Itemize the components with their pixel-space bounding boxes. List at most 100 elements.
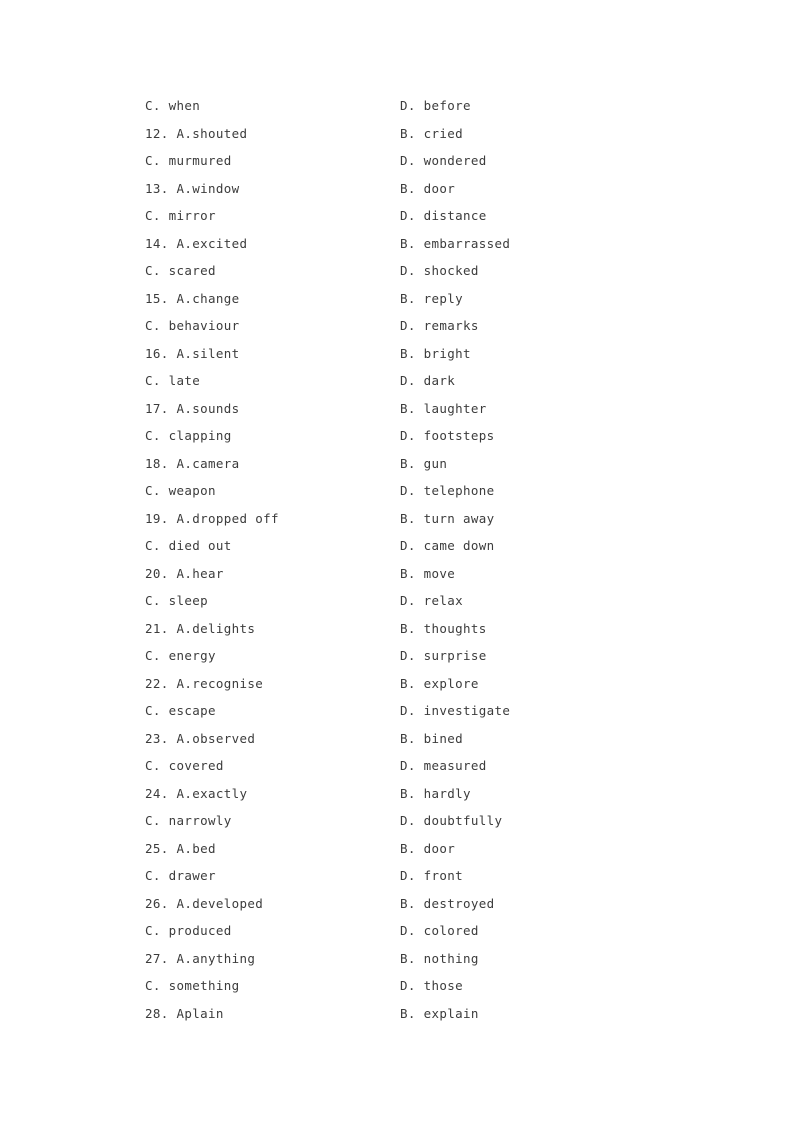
option-left: C. energy — [145, 648, 216, 663]
option-row: C. mirror D. distance — [0, 202, 800, 230]
option-row: C. late D. dark — [0, 367, 800, 395]
option-right: D. dark — [400, 373, 456, 388]
option-row: 24. A.exactly B. hardly — [0, 780, 800, 808]
option-left: 15. A.change — [145, 290, 240, 306]
option-left: 19. A.dropped off — [145, 510, 279, 526]
option-right: B. destroyed — [400, 895, 495, 911]
option-right: B. thoughts — [400, 620, 487, 636]
option-row: C. when D. before — [0, 92, 800, 120]
option-right: D. remarks — [400, 318, 479, 333]
option-row: 28. Aplain B. explain — [0, 1000, 800, 1028]
option-left: 21. A.delights — [145, 620, 256, 636]
option-left: 13. A.window — [145, 180, 240, 196]
option-row: C. energy D. surprise — [0, 642, 800, 670]
option-row: 16. A.silent B. bright — [0, 340, 800, 368]
option-left: C. sleep — [145, 593, 209, 608]
option-right: D. footsteps — [400, 428, 495, 443]
option-row: 25. A.bed B. door — [0, 835, 800, 863]
option-right: D. measured — [400, 758, 487, 773]
option-right: D. wondered — [400, 153, 487, 168]
option-right: D. came down — [400, 538, 495, 553]
option-left: 28. Aplain — [145, 1005, 224, 1021]
option-left: 18. A.camera — [145, 455, 240, 471]
option-right: B. laughter — [400, 400, 487, 416]
option-left: 12. A.shouted — [145, 125, 248, 141]
option-row: C. something D. those — [0, 972, 800, 1000]
option-row: 13. A.window B. door — [0, 175, 800, 203]
option-row: 22. A.recognise B. explore — [0, 670, 800, 698]
option-row: C. scared D. shocked — [0, 257, 800, 285]
option-left: 27. A.anything — [145, 950, 256, 966]
document-page: C. when D. before 12. A.shouted B. cried C. … — [0, 0, 800, 1132]
option-left: C. behaviour — [145, 318, 240, 333]
option-left: 22. A.recognise — [145, 675, 264, 691]
option-left: 20. A.hear — [145, 565, 224, 581]
option-row: 20. A.hear B. move — [0, 560, 800, 588]
option-left: C. late — [145, 373, 201, 388]
option-left: C. weapon — [145, 483, 216, 498]
option-left: 17. A.sounds — [145, 400, 240, 416]
option-right: B. turn away — [400, 510, 495, 526]
option-row: C. drawer D. front — [0, 862, 800, 890]
option-right: D. those — [400, 978, 464, 993]
option-right: B. bright — [400, 345, 471, 361]
option-left: 16. A.silent — [145, 345, 240, 361]
option-right: D. relax — [400, 593, 464, 608]
option-left: C. scared — [145, 263, 216, 278]
option-right: B. nothing — [400, 950, 479, 966]
option-row: C. murmured D. wondered — [0, 147, 800, 175]
option-right: B. hardly — [400, 785, 471, 801]
option-row: 26. A.developed B. destroyed — [0, 890, 800, 918]
option-right: D. doubtfully — [400, 813, 503, 828]
option-left: 25. A.bed — [145, 840, 216, 856]
option-row: C. escape D. investigate — [0, 697, 800, 725]
option-right: B. gun — [400, 455, 448, 471]
option-right: D. shocked — [400, 263, 479, 278]
option-left: 26. A.developed — [145, 895, 264, 911]
option-row: C. died out D. came down — [0, 532, 800, 560]
option-left: C. produced — [145, 923, 232, 938]
option-left: C. something — [145, 978, 240, 993]
option-row: 15. A.change B. reply — [0, 285, 800, 313]
option-right: D. colored — [400, 923, 479, 938]
option-right: B. explore — [400, 675, 479, 691]
option-left: C. escape — [145, 703, 216, 718]
option-right: B. door — [400, 180, 456, 196]
option-right: B. explain — [400, 1005, 479, 1021]
option-right: B. cried — [400, 125, 464, 141]
option-right: D. before — [400, 98, 471, 113]
option-right: B. embarrassed — [400, 235, 511, 251]
option-row: 17. A.sounds B. laughter — [0, 395, 800, 423]
option-right: D. distance — [400, 208, 487, 223]
option-row: C. behaviour D. remarks — [0, 312, 800, 340]
option-left: C. died out — [145, 538, 232, 553]
option-row: C. clapping D. footsteps — [0, 422, 800, 450]
option-row: 21. A.delights B. thoughts — [0, 615, 800, 643]
option-row: 27. A.anything B. nothing — [0, 945, 800, 973]
multiple-choice-options-list: C. when D. before 12. A.shouted B. cried C. … — [0, 92, 800, 1027]
option-left: C. when — [145, 98, 201, 113]
option-left: C. covered — [145, 758, 224, 773]
option-left: 24. A.exactly — [145, 785, 248, 801]
option-row: 18. A.camera B. gun — [0, 450, 800, 478]
option-left: C. clapping — [145, 428, 232, 443]
option-row: 12. A.shouted B. cried — [0, 120, 800, 148]
option-left: 14. A.excited — [145, 235, 248, 251]
option-right: B. door — [400, 840, 456, 856]
option-row: 19. A.dropped off B. turn away — [0, 505, 800, 533]
option-row: C. narrowly D. doubtfully — [0, 807, 800, 835]
option-right: D. investigate — [400, 703, 511, 718]
option-left: C. murmured — [145, 153, 232, 168]
option-row: C. covered D. measured — [0, 752, 800, 780]
option-right: B. move — [400, 565, 456, 581]
option-left: C. mirror — [145, 208, 216, 223]
option-right: D. telephone — [400, 483, 495, 498]
option-right: D. front — [400, 868, 464, 883]
option-left: C. drawer — [145, 868, 216, 883]
option-right: B. reply — [400, 290, 464, 306]
option-row: 14. A.excited B. embarrassed — [0, 230, 800, 258]
option-right: B. bined — [400, 730, 464, 746]
option-row: C. sleep D. relax — [0, 587, 800, 615]
option-left: C. narrowly — [145, 813, 232, 828]
option-left: 23. A.observed — [145, 730, 256, 746]
